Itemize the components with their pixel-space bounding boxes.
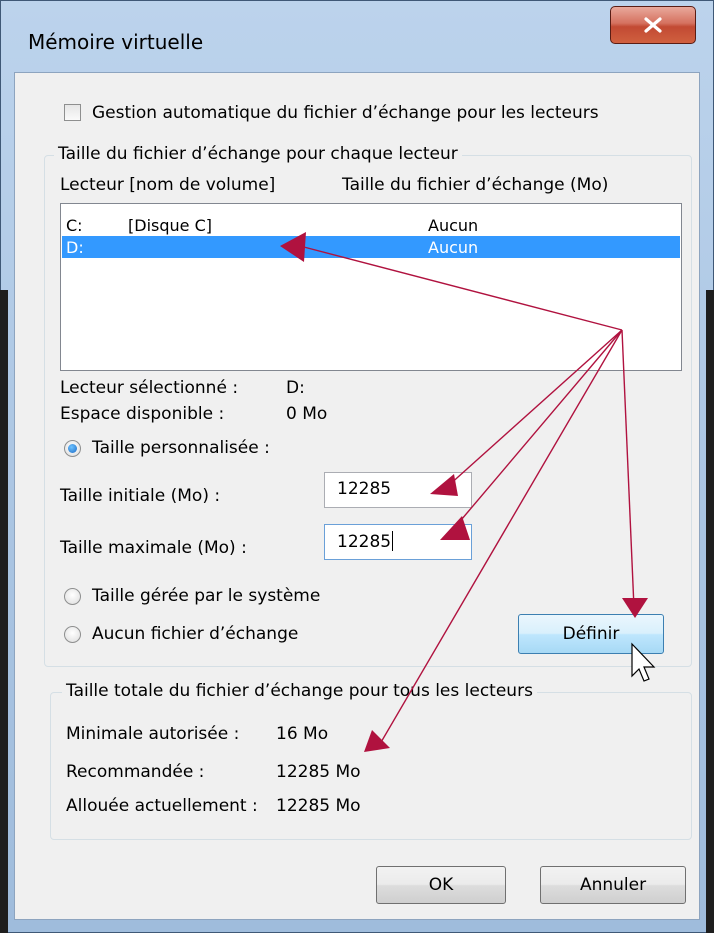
- free-space-value: 0 Mo: [286, 404, 328, 424]
- recommended-value: 12285 Mo: [276, 762, 361, 782]
- custom-size-label[interactable]: Taille personnalisée :: [92, 438, 270, 458]
- drive-listbox[interactable]: C: [Disque C] Aucun D: Aucun: [60, 203, 682, 371]
- per-drive-group-legend: Taille du fichier d’échange pour chaque …: [54, 144, 462, 164]
- auto-manage-label[interactable]: Gestion automatique du fichier d’échange…: [92, 103, 599, 123]
- column-header-drive: Lecteur [nom de volume]: [60, 175, 276, 195]
- auto-manage-checkbox[interactable]: [64, 104, 81, 121]
- max-size-value: 12285: [337, 532, 392, 552]
- window-frame-left-edge: [0, 290, 8, 933]
- close-icon: [644, 17, 662, 33]
- cancel-button-label: Annuler: [579, 875, 647, 895]
- total-group-legend: Taille totale du fichier d’échange pour …: [62, 681, 537, 701]
- allocated-value: 12285 Mo: [276, 796, 361, 816]
- system-managed-radio[interactable]: [64, 588, 81, 605]
- max-size-input[interactable]: 12285: [324, 524, 472, 560]
- selected-drive-value: D:: [286, 378, 305, 398]
- window-title: Mémoire virtuelle: [28, 30, 204, 54]
- initial-size-value: 12285: [337, 479, 392, 499]
- drive-paging-size: Aucun: [428, 216, 479, 235]
- no-paging-file-radio[interactable]: [64, 626, 81, 643]
- free-space-label: Espace disponible :: [60, 404, 225, 424]
- custom-size-radio[interactable]: [64, 440, 81, 457]
- min-allowed-value: 16 Mo: [276, 724, 329, 744]
- column-header-size: Taille du fichier d’échange (Mo): [342, 175, 609, 195]
- window-frame-right-edge: [706, 290, 714, 933]
- text-caret: [392, 531, 394, 551]
- initial-size-input[interactable]: 12285: [324, 472, 472, 508]
- allocated-label: Allouée actuellement :: [66, 796, 258, 816]
- drive-letter: C:: [66, 216, 83, 235]
- ok-button[interactable]: OK: [376, 866, 506, 904]
- drive-paging-size: Aucun: [428, 238, 479, 257]
- system-managed-label[interactable]: Taille gérée par le système: [92, 586, 320, 606]
- title-bar[interactable]: Mémoire virtuelle: [8, 0, 706, 72]
- drive-letter: D:: [66, 238, 84, 257]
- max-size-label: Taille maximale (Mo) :: [60, 538, 247, 558]
- cancel-button[interactable]: Annuler: [540, 866, 686, 904]
- recommended-label: Recommandée :: [66, 762, 205, 782]
- initial-size-label: Taille initiale (Mo) :: [60, 486, 221, 506]
- drive-row-c[interactable]: C: [Disque C] Aucun: [62, 214, 680, 236]
- set-button-label: Définir: [562, 624, 620, 644]
- selected-drive-label: Lecteur sélectionné :: [60, 378, 239, 398]
- close-button[interactable]: [610, 6, 696, 44]
- no-paging-file-label[interactable]: Aucun fichier d’échange: [92, 624, 298, 644]
- ok-button-label: OK: [428, 875, 454, 895]
- drive-volume-name: [Disque C]: [128, 216, 212, 235]
- set-button[interactable]: Définir: [518, 614, 664, 654]
- drive-row-d[interactable]: D: Aucun: [62, 236, 680, 258]
- min-allowed-label: Minimale autorisée :: [66, 724, 240, 744]
